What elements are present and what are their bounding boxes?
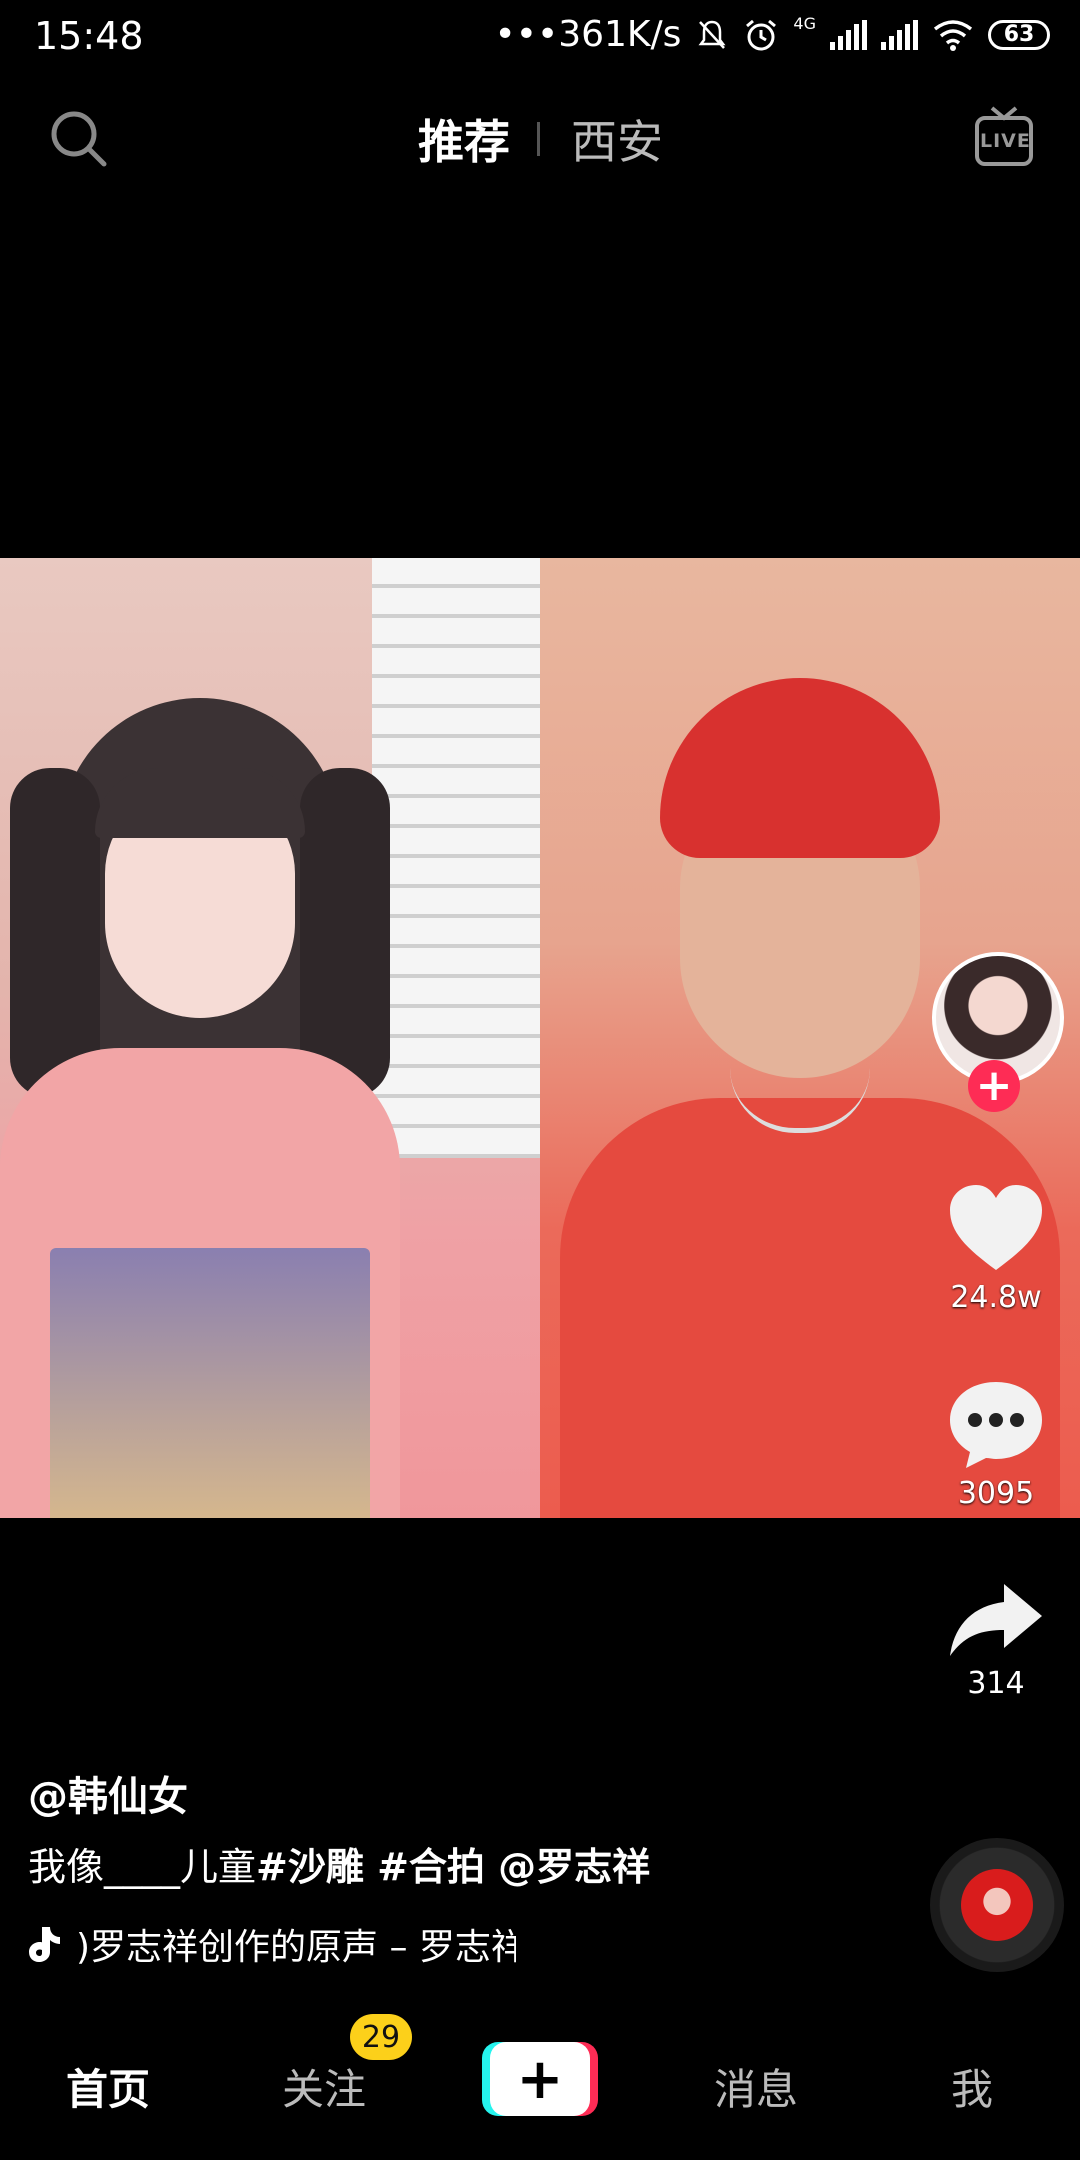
duet-left-video xyxy=(0,558,540,1518)
author-avatar-group: + xyxy=(932,952,1064,1112)
nav-follow[interactable]: 关注 xyxy=(216,2056,432,2117)
music-row[interactable]: )罗志祥创作的原声 – 罗志祥 xyxy=(28,1918,516,1970)
status-bar: 15:48 •••361K/s 4G 63 xyxy=(0,0,1080,78)
author-name[interactable]: @韩仙女 xyxy=(28,1764,188,1822)
signal-icon-2 xyxy=(881,19,918,50)
music-disc[interactable] xyxy=(930,1838,1064,1972)
share-count: 314 xyxy=(967,1666,1025,1701)
follow-plus-button[interactable]: + xyxy=(968,1060,1020,1112)
heart-icon xyxy=(950,1185,1042,1270)
window-blind xyxy=(372,558,540,1158)
follow-badge: 29 xyxy=(350,2014,412,2060)
comment-icon xyxy=(950,1382,1042,1468)
desc-tags[interactable]: #沙雕 #合拍 @罗志祥 xyxy=(256,1845,650,1889)
top-nav: 推荐 西安 LIVE xyxy=(0,100,1080,180)
search-icon[interactable] xyxy=(50,110,108,168)
music-title: )罗志祥创作的原声 – 罗志祥 xyxy=(76,1927,516,1968)
like-button[interactable]: 24.8w xyxy=(926,1182,1066,1315)
post-description: 我像____儿童#沙雕 #合拍 @罗志祥 xyxy=(28,1836,650,1891)
like-count: 24.8w xyxy=(950,1280,1042,1315)
status-icons: •••361K/s 4G 63 xyxy=(494,14,1050,55)
comment-count: 3095 xyxy=(957,1476,1035,1511)
nav-home[interactable]: 首页 xyxy=(0,2056,216,2117)
network-type: 4G xyxy=(793,14,816,33)
signal-icon xyxy=(830,19,867,50)
bottom-nav: 首页 关注 29 + 消息 我 xyxy=(0,2010,1080,2160)
music-disc-cover xyxy=(961,1869,1033,1941)
video-player[interactable] xyxy=(0,558,1080,1518)
alarm-icon xyxy=(746,19,777,50)
share-button[interactable]: 314 xyxy=(926,1580,1066,1701)
status-time: 15:48 xyxy=(34,14,144,58)
battery-icon: 63 xyxy=(988,19,1050,50)
tab-divider xyxy=(537,122,540,156)
tab-city[interactable]: 西安 xyxy=(571,106,663,172)
wifi-icon xyxy=(933,19,973,51)
music-note-icon xyxy=(29,1927,60,1962)
person-left xyxy=(0,688,400,1518)
comment-button[interactable]: 3095 xyxy=(926,1378,1066,1511)
live-button[interactable]: LIVE xyxy=(974,104,1034,168)
tab-recommend[interactable]: 推荐 xyxy=(418,106,510,172)
mute-bell-icon xyxy=(698,20,726,49)
live-label: LIVE xyxy=(980,130,1031,152)
desc-text: 我像____儿童 xyxy=(28,1845,257,1889)
nav-messages[interactable]: 消息 xyxy=(648,2056,864,2117)
nav-me[interactable]: 我 xyxy=(864,2056,1080,2117)
plus-icon: + xyxy=(490,2042,590,2116)
create-button[interactable]: + xyxy=(482,2042,598,2116)
share-arrow-icon xyxy=(950,1584,1042,1656)
net-speed: •••361K/s xyxy=(494,14,682,55)
